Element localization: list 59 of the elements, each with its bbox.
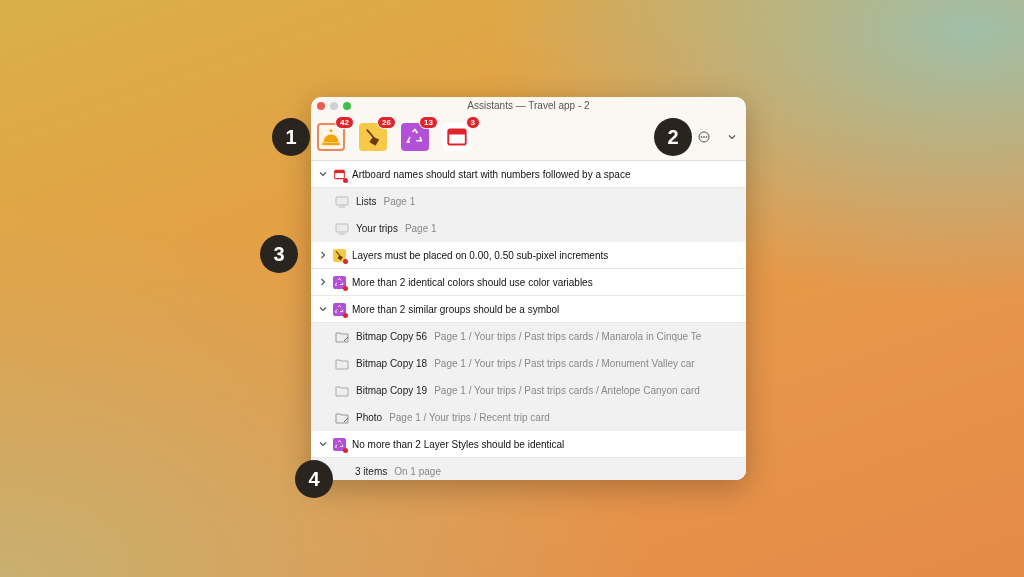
layer-path: On 1 page xyxy=(394,466,441,477)
callout-number: 4 xyxy=(295,460,333,498)
recycle-icon xyxy=(333,302,346,316)
count-badge: 42 xyxy=(335,116,354,129)
layer-path: Page 1 xyxy=(383,196,416,207)
layer-name: Photo xyxy=(356,412,383,423)
chevron-down-icon[interactable] xyxy=(319,305,327,313)
count-badge: 13 xyxy=(419,116,438,129)
rule-title: Artboard names should start with numbers followed by a space xyxy=(352,168,631,180)
layer-row[interactable]: Bitmap Copy 56 Page 1 / Your trips / Past trips cards / Manarola in Cinque Te xyxy=(311,323,746,350)
count-badge: 26 xyxy=(377,116,396,129)
chevron-down-icon[interactable] xyxy=(319,440,327,448)
recycle-icon xyxy=(333,437,346,451)
more-icon xyxy=(698,131,710,143)
bell-icon xyxy=(321,127,341,147)
folder-pencil-icon xyxy=(335,330,349,343)
layer-path: Page 1 xyxy=(404,223,437,234)
layer-name: Lists xyxy=(356,196,377,207)
layer-row[interactable]: Bitmap Copy 19 Page 1 / Your trips / Past trips cards / Antelope Canyon card xyxy=(311,377,746,404)
chevron-right-icon[interactable] xyxy=(319,278,327,286)
layer-row[interactable]: Your trips Page 1 xyxy=(311,215,746,242)
layer-row[interactable]: Lists Page 1 xyxy=(311,188,746,215)
close-button[interactable] xyxy=(317,101,325,110)
layer-path: Page 1 / Your trips / Past trips cards / Antelope Canyon card xyxy=(434,385,700,396)
layer-name: Bitmap Copy 18 xyxy=(356,358,428,369)
callout-number: 1 xyxy=(272,118,310,156)
assistant-tab[interactable] xyxy=(401,123,429,151)
assistant-tab[interactable] xyxy=(359,123,387,151)
more-button[interactable] xyxy=(696,129,712,145)
rule-title: More than 2 identical colors should use color variables xyxy=(352,276,593,288)
calendar-icon xyxy=(447,127,467,147)
calendar-icon xyxy=(333,167,346,181)
count-badge: 3 xyxy=(465,116,480,129)
folder-icon xyxy=(335,357,349,370)
layer-name: 3 items xyxy=(355,466,388,477)
monitor-icon xyxy=(335,222,349,235)
rule-title: More than 2 similar groups should be a symbol xyxy=(352,303,560,315)
layer-path: Page 1 / Your trips / Past trips cards / Monument Valley car xyxy=(434,358,695,369)
recycle-icon xyxy=(333,275,346,289)
layer-name: Bitmap Copy 56 xyxy=(356,331,428,342)
callout-number: 3 xyxy=(260,235,298,273)
monitor-icon xyxy=(335,195,349,208)
layer-row[interactable]: Photo Page 1 / Your trips / Recent trip card xyxy=(311,404,746,431)
layer-name: Bitmap Copy 19 xyxy=(356,385,428,396)
chevron-down-icon xyxy=(728,133,736,141)
layer-name: Your trips xyxy=(356,223,398,234)
folder-pencil-icon xyxy=(335,411,349,424)
chevron-down-icon[interactable] xyxy=(319,170,327,178)
assistant-tab[interactable] xyxy=(317,123,345,151)
layer-path: Page 1 / Your trips / Recent trip card xyxy=(389,412,550,423)
rule-title: No more than 2 Layer Styles should be identical xyxy=(352,438,565,450)
broom-icon xyxy=(333,248,346,262)
layer-row[interactable]: Bitmap Copy 18 Page 1 / Your trips / Past trips cards / Monument Valley car xyxy=(311,350,746,377)
chevron-right-icon[interactable] xyxy=(319,251,327,259)
assistant-tab[interactable] xyxy=(443,123,471,151)
layer-path: Page 1 / Your trips / Past trips cards / Manarola in Cinque Te xyxy=(434,331,702,342)
folder-icon xyxy=(335,384,349,397)
rule-title: Layers must be placed on 0.00, 0.50 sub-pixel increments xyxy=(352,249,609,261)
window-title: Assistants — Travel app - 2 xyxy=(467,100,591,111)
